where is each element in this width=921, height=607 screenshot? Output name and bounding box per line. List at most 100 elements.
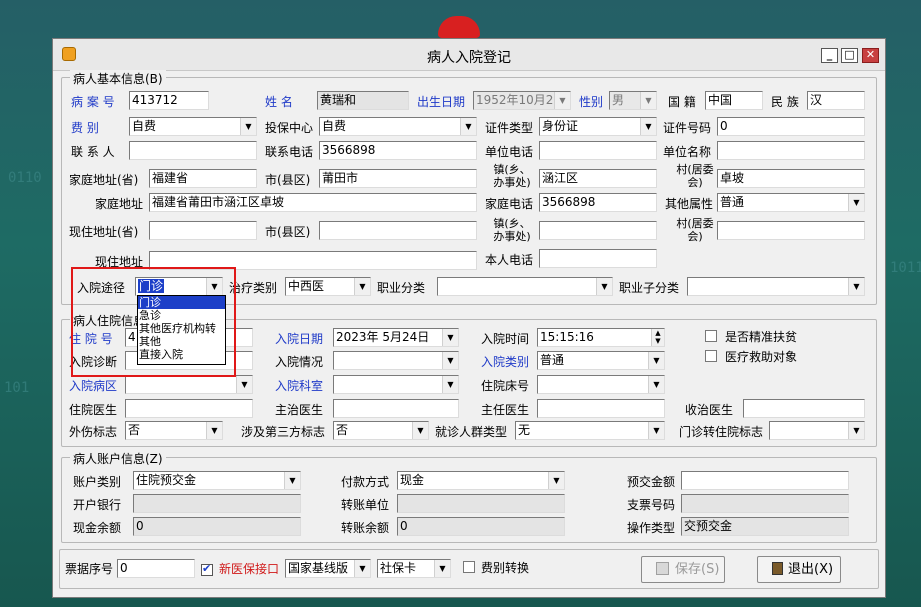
title-bar: 病人入院登记 _ □ ✕ [53,39,885,71]
chevron-down-icon: ▼ [648,352,664,369]
dept-label: 入院科室 [275,379,324,393]
gender-select[interactable]: 男 ▼ [609,91,657,110]
cur-village-label: 村(居委会) [676,217,714,243]
other-attr-select[interactable]: 普通 ▼ [717,193,865,212]
cur-prov-field[interactable] [149,221,257,240]
insure-center-select[interactable]: 自费 ▼ [319,117,477,136]
third-select[interactable]: 否 ▼ [333,421,429,440]
bed-select[interactable]: ▼ [537,375,665,394]
fee-select[interactable]: 自费 ▼ [129,117,257,136]
doctor-field[interactable] [125,399,253,418]
pay-label: 付款方式 [341,475,390,489]
op-type-field: 交预交金 [681,517,849,536]
home-phone-field[interactable]: 3566898 [539,193,657,212]
floppy-disk-icon [656,562,669,575]
insure-center-label: 投保中心 [265,121,314,135]
id-type-select[interactable]: 身份证 ▼ [539,117,657,136]
admit-date-picker[interactable]: 2023年 5月24日 ▼ [333,328,459,347]
chevron-down-icon: ▼ [554,92,570,109]
dept-select[interactable]: ▼ [333,375,459,394]
nation-field[interactable]: 中国 [705,91,763,110]
admission-window: 病人入院登记 _ □ ✕ 病人基本信息(B) 病 案 号 413712 姓 名 … [52,38,886,598]
fee-trans-label: 费别转换 [481,561,530,575]
name-label: 姓 名 [265,95,293,109]
bg-digits: 101 [4,380,30,396]
prepay-field[interactable] [681,471,849,490]
home-city-field[interactable]: 莆田市 [319,169,477,188]
home-town-field[interactable]: 涵江区 [539,169,657,188]
acct-type-label: 账户类别 [73,475,122,489]
home-addr-field[interactable]: 福建省莆田市涵江区卓坡 [149,193,477,212]
cheque-field[interactable] [681,494,849,513]
admit-date-label: 入院日期 [275,332,324,346]
cur-city-field[interactable] [319,221,477,240]
attending-label: 主治医生 [275,403,324,417]
chief-field[interactable] [537,399,665,418]
home-village-label: 村(居委会) [676,163,714,189]
chevron-down-icon: ▼ [548,472,564,489]
dob-picker[interactable]: 1952年10月2 ▼ [473,91,571,110]
account-info-legend: 病人账户信息(Z) [70,450,166,467]
home-prov-field[interactable]: 福建省 [149,169,257,188]
cur-town-label: 镇(乡、办事处) [493,217,531,243]
trans-bal-field: 0 [397,517,565,536]
bank-label: 开户银行 [73,498,122,512]
nat-ver-select[interactable]: 国家基线版 ▼ [285,559,371,578]
new-ins-checkbox[interactable] [201,562,213,576]
attending-field[interactable] [333,399,459,418]
window-title: 病人入院登记 [427,50,511,66]
cash-bal-field: 0 [133,517,301,536]
job-sub-select[interactable]: ▼ [687,277,865,296]
cur-town-field[interactable] [539,221,657,240]
transfer-select[interactable]: ▼ [769,421,865,440]
receipt-field[interactable]: 0 [117,559,195,578]
contact-phone-label: 联系电话 [265,145,314,159]
work-name-field[interactable] [717,141,865,160]
crowd-label: 就诊人群类型 [435,425,508,439]
close-button[interactable]: ✕ [862,48,879,63]
admit-time-label: 入院时间 [481,332,530,346]
poverty-label: 是否精准扶贫 [725,330,798,344]
admit-doc-label: 收治医生 [685,403,734,417]
acct-type-select[interactable]: 住院预交金 ▼ [133,471,301,490]
admit-doc-field[interactable] [743,399,865,418]
bank-field[interactable] [133,494,301,513]
trans-unit-label: 转账单位 [341,498,390,512]
fee-trans-checkbox[interactable] [463,561,475,573]
home-village-field[interactable]: 卓坡 [717,169,865,188]
aid-checkbox[interactable] [705,350,717,362]
highlight-annotation-box [71,267,236,377]
bg-digits: 0110 [8,170,42,186]
admit-cat-select[interactable]: 普通 ▼ [537,351,665,370]
id-no-field[interactable]: 0 [717,117,865,136]
doctor-label: 住院医生 [69,403,118,417]
work-phone-field[interactable] [539,141,657,160]
chief-label: 主任医生 [481,403,530,417]
contact-field[interactable] [129,141,257,160]
cur-village-field[interactable] [717,221,865,240]
admit-time-field[interactable]: 15:15:16 ▲ ▼ [537,328,665,347]
ward-select[interactable]: ▼ [125,375,253,394]
name-field[interactable]: 黄瑞和 [317,91,409,110]
minimize-button[interactable]: _ [821,48,838,63]
trauma-select[interactable]: 否 ▼ [125,421,223,440]
save-button[interactable]: 保存(S) [641,556,725,583]
maximize-button[interactable]: □ [841,48,858,63]
chevron-down-icon: ▼ [434,560,450,577]
cheque-label: 支票号码 [627,498,676,512]
pay-select[interactable]: 现金 ▼ [397,471,565,490]
cur-city-label: 市(县区) [265,225,311,239]
exit-button[interactable]: 退出(X) [757,556,841,583]
card-select[interactable]: 社保卡 ▼ [377,559,451,578]
case-no-field[interactable]: 413712 [129,91,209,110]
job-select[interactable]: ▼ [437,277,613,296]
crowd-select[interactable]: 无 ▼ [515,421,665,440]
cond-select[interactable]: ▼ [333,351,459,370]
poverty-checkbox[interactable] [705,330,717,342]
exit-door-icon [772,562,783,575]
treat-type-select[interactable]: 中西医 ▼ [285,277,371,296]
trans-unit-field[interactable] [397,494,565,513]
ethnic-field[interactable]: 汉 [807,91,865,110]
contact-phone-field[interactable]: 3566898 [319,141,477,160]
self-phone-field[interactable] [539,249,657,268]
